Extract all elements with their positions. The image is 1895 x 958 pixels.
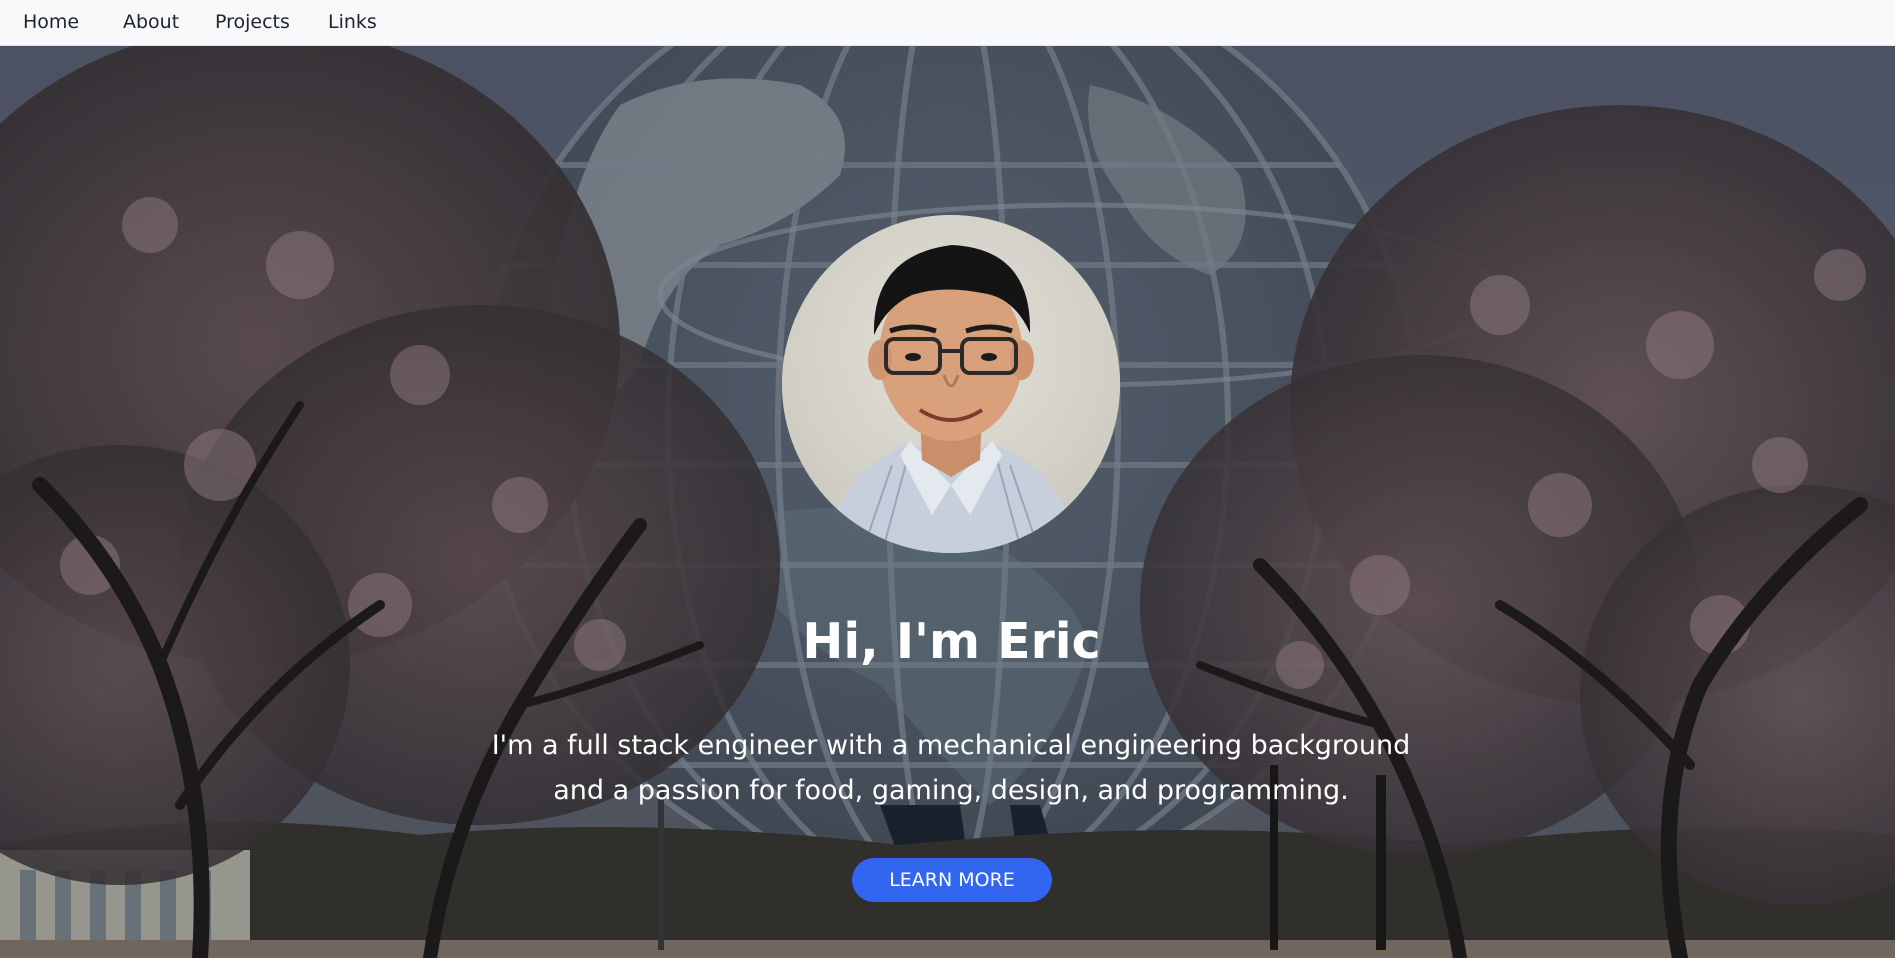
nav-link-projects[interactable]: Projects <box>215 0 290 45</box>
hero-section: Hi, I'm Eric I'm a full stack engineer w… <box>0 45 1895 958</box>
hero-description-line: and a passion for food, gaming, design, … <box>553 775 1349 806</box>
nav-link-links[interactable]: Links <box>328 0 377 45</box>
hero-description-line: I'm a full stack engineer with a mechani… <box>491 730 1411 761</box>
profile-avatar <box>782 215 1120 553</box>
page: Home About Projects Links Hi, I'm Eric I… <box>0 0 1895 958</box>
learn-more-button[interactable]: LEARN MORE <box>852 858 1052 902</box>
nav-link-home[interactable]: Home <box>23 0 79 45</box>
navbar: Home About Projects Links <box>0 0 1895 46</box>
hero-description: I'm a full stack engineer with a mechani… <box>450 723 1452 813</box>
nav-link-about[interactable]: About <box>123 0 179 45</box>
hero-title: Hi, I'm Eric <box>802 613 1101 670</box>
